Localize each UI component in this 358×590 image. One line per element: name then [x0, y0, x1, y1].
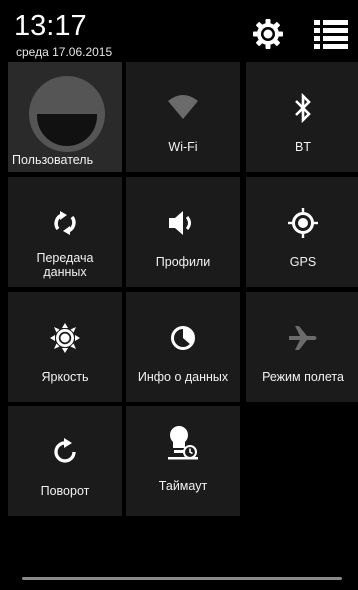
- data-usage-icon: [171, 326, 195, 350]
- settings-button[interactable]: [250, 16, 286, 52]
- gear-icon: [253, 19, 283, 49]
- tile-brightness-label: Яркость: [41, 370, 89, 384]
- tile-data-info[interactable]: Инфо о данных: [126, 292, 240, 402]
- screen-timeout-icon: [168, 426, 198, 460]
- tile-airplane[interactable]: Режим полета: [246, 292, 358, 402]
- user-avatar-icon: [29, 76, 105, 152]
- list-view-icon: [314, 20, 348, 49]
- tile-wifi-label: Wi-Fi: [168, 140, 198, 154]
- brightness-icon: [50, 323, 80, 353]
- drag-handle[interactable]: [22, 577, 342, 580]
- tile-wifi[interactable]: Wi-Fi: [126, 62, 240, 172]
- tile-bt[interactable]: BT: [246, 62, 358, 172]
- tile-gps[interactable]: GPS: [246, 177, 358, 287]
- tile-profiles-label: Профили: [155, 255, 211, 269]
- tile-user[interactable]: Пользователь: [8, 62, 122, 172]
- tile-airplane-label: Режим полета: [262, 370, 344, 384]
- tile-rotation-label: Поворот: [40, 484, 90, 498]
- tile-timeout[interactable]: Таймаут: [126, 406, 240, 516]
- tile-bt-label: BT: [295, 140, 311, 154]
- volume-icon: [169, 211, 191, 235]
- gps-icon: [288, 208, 318, 238]
- tile-rotation[interactable]: Поворот: [8, 406, 122, 516]
- tile-profiles[interactable]: Профили: [126, 177, 240, 287]
- bluetooth-icon: [295, 92, 311, 124]
- tile-data-transfer-label: Передача данных: [36, 251, 94, 279]
- rotate-icon: [54, 438, 76, 463]
- wifi-icon: [168, 95, 198, 119]
- sync-icon: [54, 211, 76, 235]
- tile-gps-label: GPS: [289, 255, 317, 269]
- clock-time: 13:17: [14, 10, 87, 42]
- airplane-icon: [289, 326, 317, 350]
- date-label: среда 17.06.2015: [16, 45, 113, 59]
- list-view-button[interactable]: [312, 16, 350, 54]
- tile-data-info-label: Инфо о данных: [137, 370, 229, 384]
- tile-brightness[interactable]: Яркость: [8, 292, 122, 402]
- status-header: 13:17 среда 17.06.2015: [0, 0, 358, 60]
- tile-data-transfer[interactable]: Передача данных: [8, 177, 122, 287]
- tile-timeout-label: Таймаут: [158, 479, 208, 493]
- tile-user-label: Пользователь: [12, 153, 94, 167]
